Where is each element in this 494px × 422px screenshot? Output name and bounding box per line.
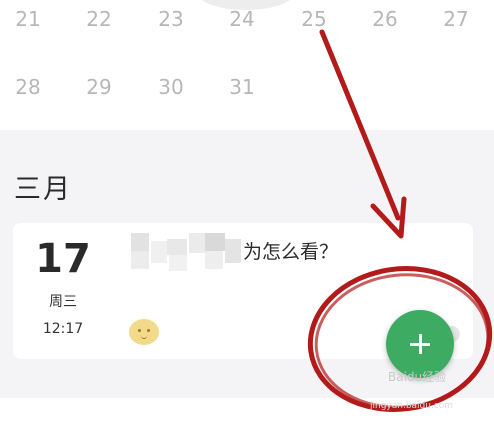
calendar-day[interactable]: 31: [222, 75, 262, 99]
calendar-day[interactable]: 21: [8, 7, 48, 31]
month-title: 三月: [14, 174, 72, 205]
calendar-day[interactable]: 24: [222, 7, 262, 31]
entry-text: 为怎么看？: [243, 241, 339, 263]
entry-time: 12:17: [42, 321, 84, 337]
calendar-day[interactable]: 26: [365, 7, 405, 31]
calendar-grid: 21 22 23 24 25 26 27 28 29 30 31: [0, 0, 494, 130]
calendar-day[interactable]: 29: [79, 75, 119, 99]
calendar-day[interactable]: 23: [151, 7, 191, 31]
watermark-url: jingyan.baidu.com: [370, 401, 454, 411]
calendar-day[interactable]: 27: [436, 7, 476, 31]
entry-weekday: 周三: [49, 294, 77, 310]
blurred-text-mosaic: [131, 229, 243, 273]
entry-day-number: 17: [35, 236, 91, 282]
calendar-day[interactable]: 25: [294, 7, 334, 31]
calendar-day[interactable]: 30: [151, 75, 191, 99]
smiley-emoji-icon: [129, 319, 159, 345]
entry-date: 17 周三 12:17: [35, 235, 91, 338]
calendar-day[interactable]: 22: [79, 7, 119, 31]
watermark: Baidu经验: [388, 370, 447, 384]
calendar-day[interactable]: 28: [8, 75, 48, 99]
